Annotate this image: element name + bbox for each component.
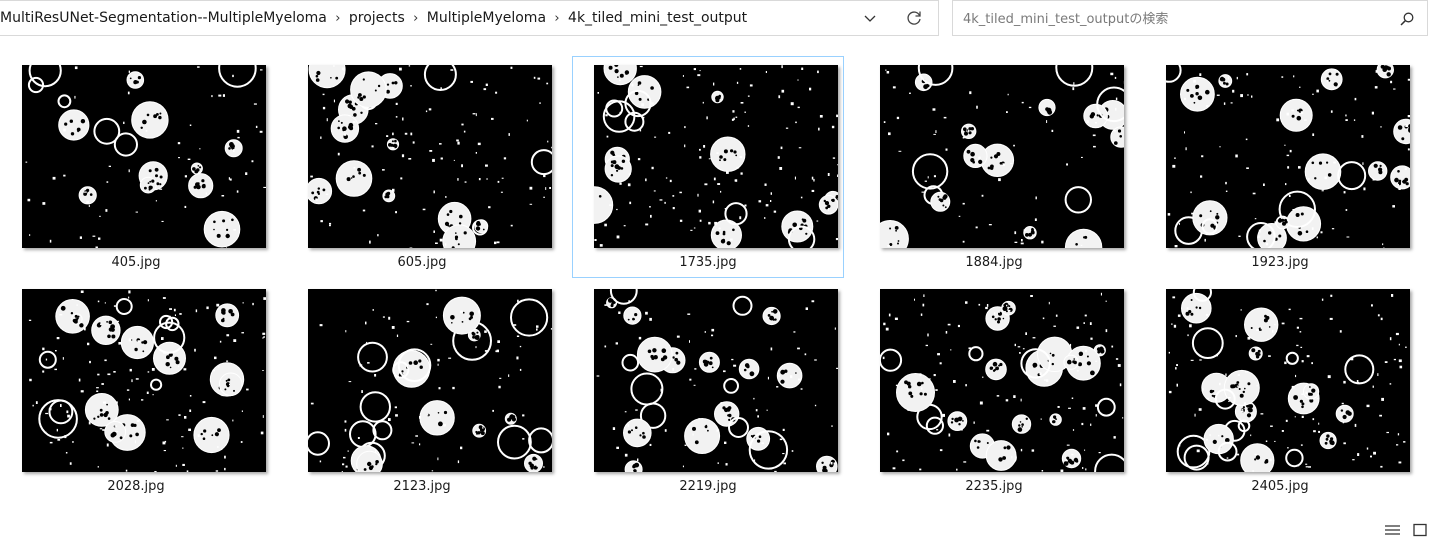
thumbnail-image <box>594 289 838 472</box>
file-name-label: 2219.jpg <box>573 479 843 494</box>
thumbnail-image <box>22 289 266 472</box>
breadcrumb: MultiResUNet-Segmentation--MultipleMyelo… <box>0 1 747 35</box>
file-item[interactable]: 2405.jpg <box>1144 280 1416 502</box>
file-item[interactable]: 605.jpg <box>286 56 558 278</box>
details-view-icon[interactable] <box>1384 522 1402 538</box>
breadcrumb-separator-icon[interactable]: › <box>546 11 568 26</box>
thumbnail-image <box>594 65 838 248</box>
segmentation-mask-graphic <box>22 65 266 248</box>
breadcrumb-item-root[interactable]: MultiResUNet-Segmentation--MultipleMyelo… <box>0 10 327 26</box>
search-box[interactable] <box>952 0 1428 36</box>
segmentation-mask-graphic <box>880 65 1124 248</box>
address-bar[interactable]: MultiResUNet-Segmentation--MultipleMyelo… <box>0 0 939 36</box>
segmentation-mask-graphic <box>22 289 266 472</box>
file-name-label: 1884.jpg <box>859 255 1129 270</box>
file-item[interactable]: 1884.jpg <box>858 56 1130 278</box>
thumbnail-image <box>308 65 552 248</box>
segmentation-mask-graphic <box>308 289 552 472</box>
chevron-down-icon[interactable] <box>856 4 884 32</box>
segmentation-mask-graphic <box>1166 65 1410 248</box>
thumbnail-image <box>22 65 266 248</box>
breadcrumb-separator-icon[interactable]: › <box>405 11 427 26</box>
segmentation-mask-graphic <box>594 65 838 248</box>
thumbnail-image <box>880 65 1124 248</box>
file-name-label: 605.jpg <box>287 255 557 270</box>
file-item[interactable]: 2028.jpg <box>0 280 272 502</box>
file-name-label: 1735.jpg <box>573 255 843 270</box>
thumbnail-image <box>1166 65 1410 248</box>
file-item[interactable]: 2219.jpg <box>572 280 844 502</box>
file-item[interactable]: 1923.jpg <box>1144 56 1416 278</box>
file-name-label: 405.jpg <box>1 255 271 270</box>
file-item[interactable]: 405.jpg <box>0 56 272 278</box>
thumbnail-image <box>1166 289 1410 472</box>
breadcrumb-item-projects[interactable]: projects <box>349 10 405 26</box>
refresh-icon[interactable] <box>900 4 928 32</box>
breadcrumb-item-current-folder[interactable]: 4k_tiled_mini_test_output <box>568 10 747 26</box>
breadcrumb-separator-icon[interactable]: › <box>327 11 349 26</box>
file-name-label: 2123.jpg <box>287 479 557 494</box>
file-name-label: 2405.jpg <box>1145 479 1415 494</box>
file-name-label: 1923.jpg <box>1145 255 1415 270</box>
file-grid: 405.jpg 605.jpg 1735.jpg 1884.jpg 1923.jpg 20… <box>0 56 1433 506</box>
search-input[interactable] <box>961 7 1385 31</box>
file-name-label: 2028.jpg <box>1 479 271 494</box>
thumbnail-image <box>880 289 1124 472</box>
file-item[interactable]: 2235.jpg <box>858 280 1130 502</box>
file-name-label: 2235.jpg <box>859 479 1129 494</box>
segmentation-mask-graphic <box>1166 289 1410 472</box>
search-icon[interactable] <box>1393 5 1421 33</box>
segmentation-mask-graphic <box>880 289 1124 472</box>
breadcrumb-item-multiplemyeloma[interactable]: MultipleMyeloma <box>427 10 546 26</box>
segmentation-mask-graphic <box>594 289 838 472</box>
file-item[interactable]: 2123.jpg <box>286 280 558 502</box>
thumbnail-image <box>308 289 552 472</box>
large-icons-view-icon[interactable] <box>1412 522 1428 538</box>
file-item[interactable]: 1735.jpg <box>572 56 844 278</box>
segmentation-mask-graphic <box>308 65 552 248</box>
